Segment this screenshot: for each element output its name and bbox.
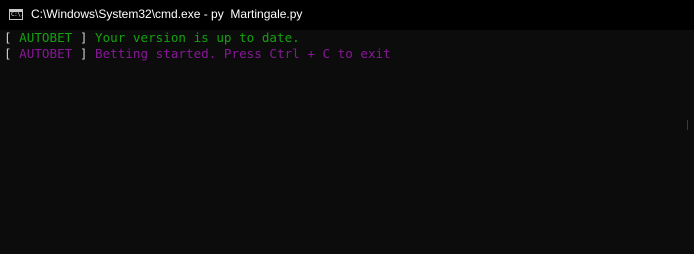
console-line-0: [ AUTOBET ] Your version is up to date.: [4, 30, 686, 46]
log-tag: AUTOBET: [11, 30, 80, 45]
scrollbar-marker: [687, 120, 688, 130]
console-line-1: [ AUTOBET ] Betting started. Press Ctrl …: [4, 46, 686, 62]
cmd-window: C:\. C:\Windows\System32\cmd.exe - py Ma…: [0, 0, 694, 254]
cmd-icon[interactable]: C:\.: [9, 9, 24, 20]
window-title: C:\Windows\System32\cmd.exe - py Marting…: [31, 7, 303, 21]
title-bar[interactable]: C:\. C:\Windows\System32\cmd.exe - py Ma…: [0, 0, 694, 30]
bracket-open: [: [4, 46, 12, 61]
log-message: Your version is up to date.: [87, 30, 300, 45]
log-tag: AUTOBET: [11, 46, 80, 61]
icon-glyph: C:\.: [11, 11, 24, 18]
vertical-scrollbar[interactable]: [686, 30, 694, 254]
log-message: Betting started. Press Ctrl + C to exit: [87, 46, 391, 61]
bracket-open: [: [4, 30, 12, 45]
console-output[interactable]: [ AUTOBET ] Your version is up to date. …: [0, 30, 686, 254]
